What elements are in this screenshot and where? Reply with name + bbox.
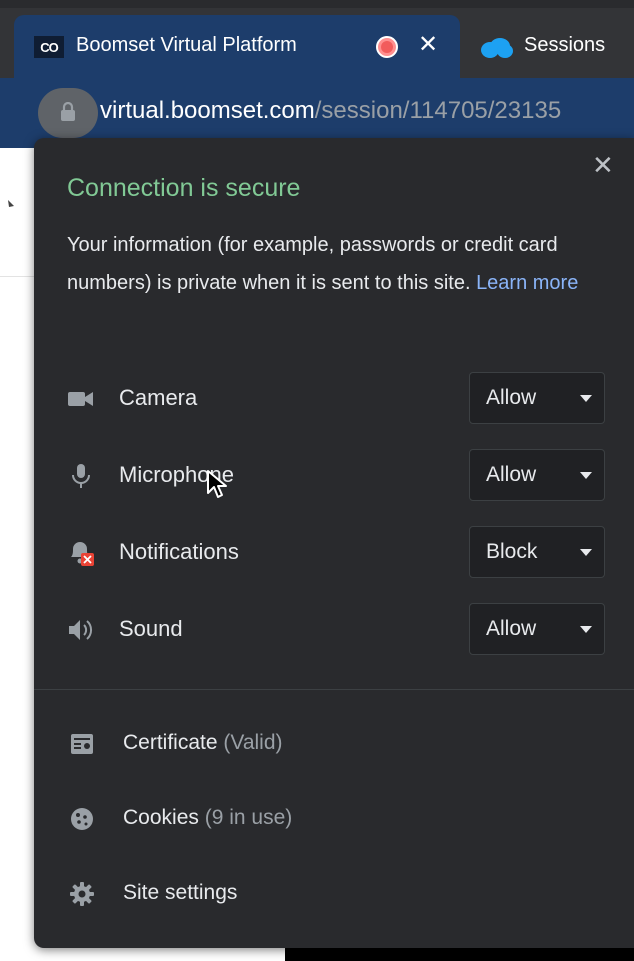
permission-row-microphone: Microphone Allow (34, 449, 634, 503)
certificate-menu-item[interactable]: Certificate (Valid) (34, 720, 634, 768)
chevron-down-icon (580, 626, 592, 633)
cookies-count: (9 in use) (204, 806, 293, 829)
lock-icon (60, 101, 76, 127)
certificate-label: Certificate (123, 731, 218, 754)
url-text[interactable]: virtual.boomset.com/session/114705/23135 (100, 97, 561, 125)
select-value: Allow (486, 617, 537, 640)
site-settings-label: Site settings (123, 881, 238, 904)
sound-icon (67, 617, 95, 643)
recording-indicator-icon (376, 36, 398, 58)
tab-title: Boomset Virtual Platform (76, 34, 297, 56)
url-host: virtual.boomset.com (100, 97, 315, 124)
certificate-icon (69, 731, 95, 757)
salesforce-cloud-icon (480, 37, 514, 64)
tab-strip: CO Boomset Virtual Platform ✕ Sessions (0, 0, 634, 78)
menu-label: Certificate (Valid) (123, 731, 283, 755)
microphone-permission-select[interactable]: Allow (469, 449, 605, 501)
url-path: /session/114705/23135 (314, 97, 562, 124)
site-info-button[interactable] (38, 88, 98, 138)
close-popup-button[interactable]: ✕ (592, 152, 614, 178)
sound-permission-select[interactable]: Allow (469, 603, 605, 655)
permission-row-camera: Camera Allow (34, 372, 634, 426)
tab-title: Sessions (524, 34, 606, 56)
permission-label: Sound (119, 616, 183, 641)
menu-label: Cookies (9 in use) (123, 806, 292, 830)
notifications-blocked-icon (67, 540, 95, 566)
microphone-icon (67, 463, 95, 489)
connection-status-heading: Connection is secure (67, 174, 301, 202)
permission-label: Camera (119, 385, 198, 410)
certificate-status: (Valid) (223, 731, 283, 754)
chevron-down-icon (580, 472, 592, 479)
cookies-menu-item[interactable]: Cookies (9 in use) (34, 795, 634, 843)
cookie-icon (69, 806, 95, 832)
permission-row-sound: Sound Allow (34, 603, 634, 657)
tab-strip-edge (0, 0, 634, 8)
select-value: Allow (486, 463, 537, 486)
tab-sessions[interactable]: Sessions (462, 15, 634, 78)
notifications-permission-select[interactable]: Block (469, 526, 605, 578)
camera-icon (67, 386, 95, 412)
permission-row-notifications: Notifications Block (34, 526, 634, 580)
learn-more-link[interactable]: Learn more (476, 272, 578, 294)
site-info-popup: ✕ Connection is secure Your information … (34, 138, 634, 948)
boomset-favicon-icon: CO (34, 36, 64, 58)
chevron-down-icon (580, 395, 592, 402)
page-footer-strip (285, 948, 634, 961)
permission-label: Notifications (119, 539, 239, 564)
cookies-label: Cookies (123, 806, 199, 829)
tab-close-button[interactable]: ✕ (418, 31, 438, 59)
gear-icon (69, 881, 95, 907)
select-value: Block (486, 540, 538, 563)
site-settings-menu-item[interactable]: Site settings (34, 870, 634, 918)
chevron-down-icon (580, 549, 592, 556)
camera-permission-select[interactable]: Allow (469, 372, 605, 424)
connection-info-text: Your information (for example, passwords… (67, 226, 627, 302)
section-divider (34, 689, 634, 690)
mouse-cursor-icon (206, 469, 228, 504)
page-content-fragment (6, 198, 16, 216)
tab-boomset[interactable]: CO Boomset Virtual Platform ✕ (14, 15, 460, 78)
menu-label: Site settings (123, 881, 237, 905)
select-value: Allow (486, 386, 537, 409)
